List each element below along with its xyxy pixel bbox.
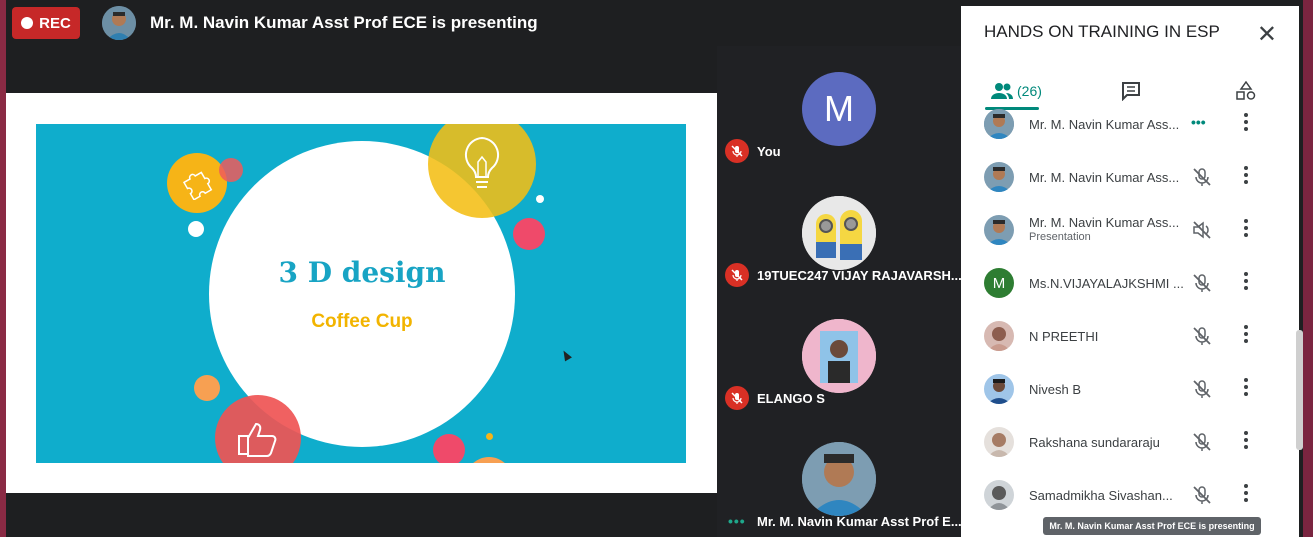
tile-name: 19TUEC247 VIJAY RAJAVARSH... xyxy=(757,268,962,283)
deco-circle-yellow-dot xyxy=(486,433,493,440)
more-options-icon[interactable] xyxy=(1243,165,1249,190)
people-panel: HANDS ON TRAINING IN ESP ✕ (26) Mr. M. N… xyxy=(961,6,1299,537)
participant-name: Mr. M. Navin Kumar Ass... xyxy=(1029,215,1180,230)
list-item[interactable]: Mr. M. Navin Kumar Ass... Presentation xyxy=(961,203,1299,256)
avatar xyxy=(802,319,876,393)
list-item[interactable]: M Ms.N.VIJAYALAJKSHMI ... xyxy=(961,256,1299,309)
avatar: M xyxy=(984,268,1014,298)
tile-participant[interactable]: ELANGO S xyxy=(717,294,961,417)
list-item[interactable]: Mr. M. Navin Kumar Ass... xyxy=(961,150,1299,203)
avatar xyxy=(984,162,1014,192)
person-photo-icon xyxy=(802,442,876,516)
mic-off-icon xyxy=(1191,272,1213,299)
window-frame-right xyxy=(1303,0,1313,537)
mic-off-icon xyxy=(725,139,749,163)
mic-off-icon xyxy=(1191,378,1213,405)
more-options-icon[interactable] xyxy=(1243,377,1249,402)
more-options-icon[interactable] xyxy=(1243,483,1249,508)
more-options-icon[interactable] xyxy=(1243,324,1249,349)
avatar xyxy=(984,109,1014,139)
slide-subtitle: Coffee Cup xyxy=(311,310,413,332)
minions-photo-icon xyxy=(802,196,876,270)
slide: 3 D design Coffee Cup xyxy=(6,93,717,493)
presentation-stage[interactable]: 3 D design Coffee Cup xyxy=(6,46,717,537)
deco-circle-red-small xyxy=(219,158,243,182)
person-photo-icon xyxy=(802,319,876,393)
participant-name: Mr. M. Navin Kumar Ass... xyxy=(1029,117,1180,132)
puzzle-bubble xyxy=(167,153,227,213)
tile-name: Mr. M. Navin Kumar Asst Prof E... xyxy=(757,514,962,529)
avatar-initial: M xyxy=(824,88,854,129)
mic-off-icon xyxy=(1191,325,1213,352)
volume-off-icon xyxy=(1191,219,1213,246)
panel-title: HANDS ON TRAINING IN ESP xyxy=(984,22,1220,41)
panel-scrollbar[interactable] xyxy=(1296,330,1303,450)
avatar: M xyxy=(802,72,876,146)
person-photo-icon xyxy=(102,6,136,40)
avatar xyxy=(984,374,1014,404)
list-item[interactable]: Samadmikha Sivashan... xyxy=(961,468,1299,521)
more-options-icon[interactable] xyxy=(1243,430,1249,455)
thumbs-up-icon xyxy=(238,422,277,457)
lightbulb-icon xyxy=(464,136,500,188)
avatar xyxy=(802,442,876,516)
presenting-tooltip: Mr. M. Navin Kumar Asst Prof ECE is pres… xyxy=(1043,517,1261,535)
more-options-icon[interactable] xyxy=(1243,271,1249,296)
close-icon[interactable]: ✕ xyxy=(1257,20,1277,49)
more-options-icon[interactable] xyxy=(1243,218,1249,243)
more-options-icon[interactable] xyxy=(1243,112,1249,137)
tile-presenter[interactable]: ••• Mr. M. Navin Kumar Asst Prof E... xyxy=(717,417,962,537)
deco-circle-orange-bottom xyxy=(465,457,513,463)
recording-indicator: REC xyxy=(12,7,80,39)
deco-circle-red-right xyxy=(513,218,545,250)
deco-circle-orange-left xyxy=(194,375,220,401)
slide-title: 3 D design xyxy=(278,255,446,289)
participant-name: Mr. M. Navin Kumar Ass... xyxy=(1029,170,1180,185)
participant-name: Ms.N.VIJAYALAJKSHMI ... xyxy=(1029,276,1184,291)
presenter-banner: Mr. M. Navin Kumar Asst Prof ECE is pres… xyxy=(150,13,538,32)
mic-off-icon xyxy=(1191,166,1213,193)
mic-off-icon xyxy=(1191,484,1213,511)
list-item[interactable]: Nivesh B xyxy=(961,362,1299,415)
presenter-avatar xyxy=(102,6,136,40)
avatar xyxy=(802,196,876,270)
participant-name: Rakshana sundararaju xyxy=(1029,435,1160,450)
record-dot-icon xyxy=(21,17,34,29)
list-item[interactable]: Mr. M. Navin Kumar Ass... ••• xyxy=(961,97,1299,150)
participant-subtitle: Presentation xyxy=(1029,231,1091,243)
mic-off-icon xyxy=(725,263,749,287)
avatar xyxy=(984,480,1014,510)
tile-name: ELANGO S xyxy=(757,391,825,406)
speaking-indicator: ••• xyxy=(1191,114,1206,130)
puzzle-icon xyxy=(182,171,213,200)
list-item[interactable]: Rakshana sundararaju xyxy=(961,415,1299,468)
tile-name: You xyxy=(757,144,781,159)
deco-circle-pink xyxy=(433,434,465,463)
tile-you[interactable]: M You xyxy=(717,46,961,171)
list-item[interactable]: N PREETHI xyxy=(961,309,1299,362)
avatar xyxy=(984,321,1014,351)
tile-participant[interactable]: 19TUEC247 VIJAY RAJAVARSH... xyxy=(717,171,962,294)
top-bar: REC Mr. M. Navin Kumar Asst Prof ECE is … xyxy=(6,0,961,46)
mic-off-icon xyxy=(1191,431,1213,458)
deco-circle-white-dot xyxy=(536,195,544,203)
avatar xyxy=(984,215,1014,245)
participant-list: Mr. M. Navin Kumar Ass... ••• Mr. M. Nav… xyxy=(961,109,1299,534)
participant-tiles: M You 19TUEC247 VIJAY RAJAVARSH... ELANG… xyxy=(717,46,962,537)
mic-off-icon xyxy=(725,386,749,410)
participant-name: Samadmikha Sivashan... xyxy=(1029,488,1173,503)
participant-name: Nivesh B xyxy=(1029,382,1082,397)
avatar-initial: M xyxy=(992,274,1006,292)
avatar xyxy=(984,427,1014,457)
deco-circle-white-left xyxy=(188,221,204,237)
slide-canvas: 3 D design Coffee Cup xyxy=(36,124,686,463)
participant-name: N PREETHI xyxy=(1029,329,1099,344)
speaking-indicator: ••• xyxy=(728,513,746,529)
recording-label: REC xyxy=(39,14,71,32)
